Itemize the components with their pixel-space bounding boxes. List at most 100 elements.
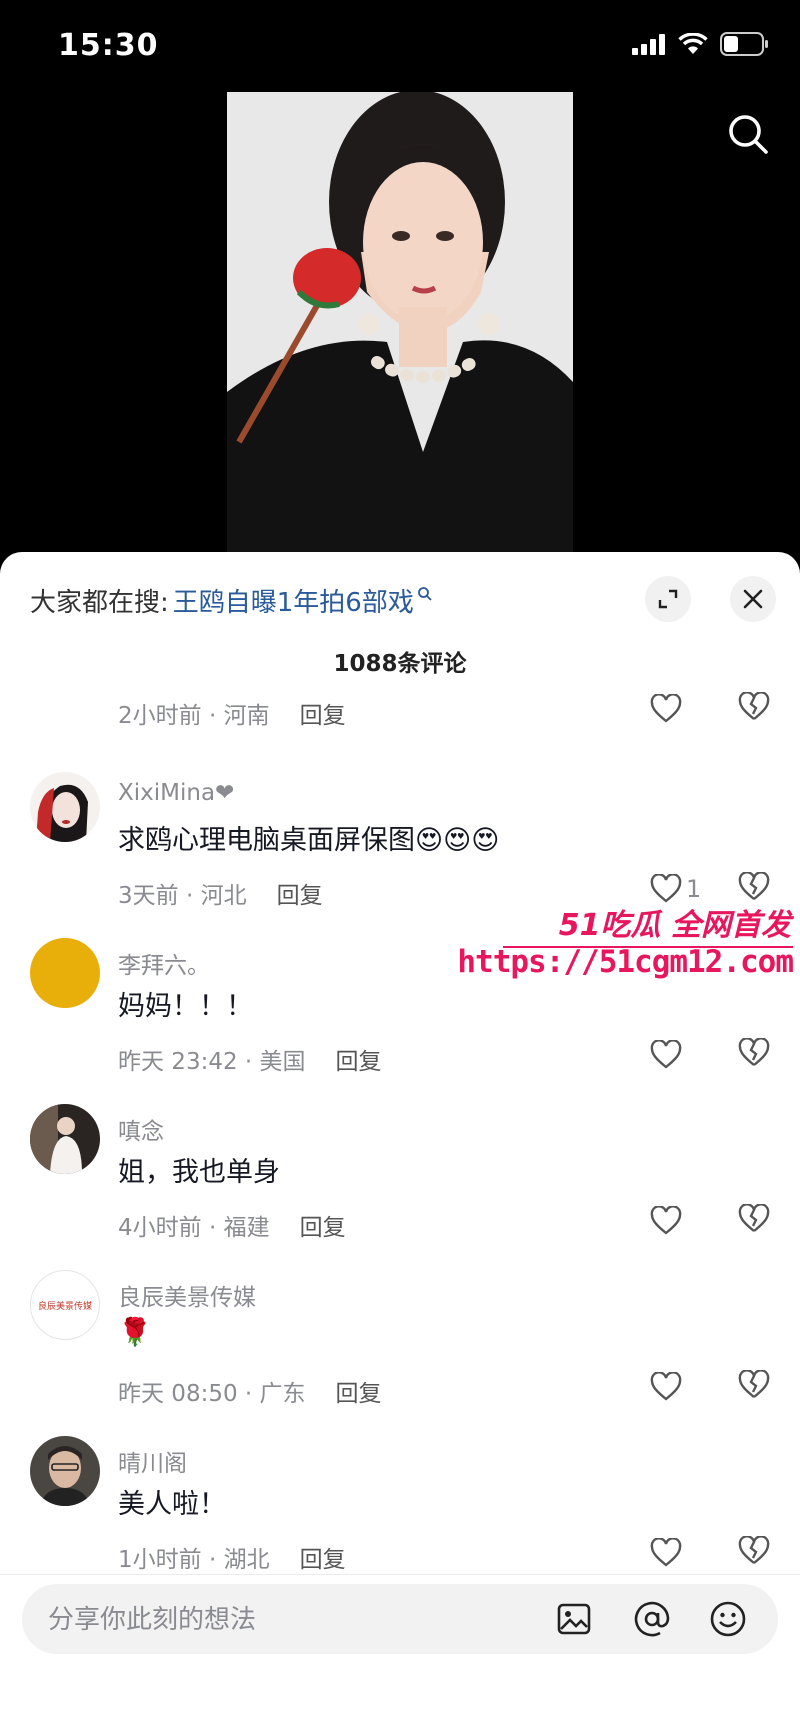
like-button[interactable] (650, 1040, 710, 1070)
broken-heart-icon (738, 1203, 770, 1232)
comment-item: 晴川阁 美人啦！ 1小时前 · 湖北 回复 (0, 1436, 800, 1574)
video-player[interactable] (0, 92, 800, 552)
search-button[interactable] (726, 112, 770, 160)
reply-button[interactable]: 回复 (336, 1049, 382, 1075)
watermark: 51吃瓜 全网首发 https://51cgm12.com (457, 900, 799, 1000)
comment-text: 美人啦！ (118, 1489, 226, 1520)
avatar-image (30, 1436, 100, 1506)
heart-icon (650, 1040, 682, 1069)
comment-actions (650, 1037, 770, 1072)
trending-keyword-link[interactable]: 王鸥自曝1年拍6部戏 (173, 582, 414, 619)
partial-comment: 2小时前 · 河南 回复 (0, 691, 800, 736)
comment-username[interactable]: XixiMina❤ (118, 780, 234, 806)
comment-sheet: 大家都在搜: 王鸥自曝1年拍6部戏 1088条评论 2小时前 · 河南 回复 X… (0, 552, 800, 1731)
broken-heart-icon (738, 1037, 770, 1066)
divider (0, 1574, 800, 1575)
comment-actions (650, 1369, 770, 1404)
search-icon (729, 115, 768, 154)
comment-actions (650, 691, 770, 726)
avatar-logo-text: 良辰美景传媒 (37, 1301, 92, 1312)
reply-button[interactable]: 回复 (300, 1547, 346, 1573)
comment-text: 求鸥心理电脑桌面屏保图😍😍😍 (118, 825, 500, 856)
reply-button[interactable]: 回复 (300, 1215, 346, 1241)
comment-username[interactable]: 嗔念 (118, 1112, 164, 1146)
image-button[interactable] (554, 1599, 594, 1639)
trending-prefix: 大家都在搜: (30, 588, 169, 618)
emoji-icon (710, 1601, 746, 1637)
comments-count: 1088条评论 (333, 651, 467, 677)
expand-icon (658, 589, 678, 609)
mention-button[interactable] (632, 1599, 672, 1639)
comment-username[interactable]: 晴川阁 (118, 1444, 187, 1478)
comment-actions (650, 1203, 770, 1238)
comment-time-location: 昨天 23:42 · 美国 (118, 1049, 306, 1075)
comment-meta: 昨天 08:50 · 广东 回复 (118, 1374, 382, 1408)
wifi-icon (678, 33, 708, 54)
at-icon (634, 1601, 670, 1637)
comment-time-location: 1小时前 · 湖北 (118, 1547, 270, 1573)
comment-text: 妈妈！！！ (118, 991, 253, 1022)
watermark-url: https://51cgm12.com (457, 944, 794, 980)
image-icon (557, 1603, 591, 1635)
comment-meta: 昨天 23:42 · 美国 回复 (118, 1042, 382, 1076)
avatar[interactable] (30, 938, 100, 1008)
reply-button[interactable]: 回复 (300, 703, 346, 729)
comment-time-location: 昨天 08:50 · 广东 (118, 1381, 306, 1407)
expand-button[interactable] (645, 576, 691, 622)
comment-username[interactable]: 良辰美景传媒 (118, 1278, 256, 1312)
comment-text: 姐，我也单身 (118, 1157, 280, 1188)
small-search-icon (417, 586, 432, 601)
trending-search[interactable]: 大家都在搜: 王鸥自曝1年拍6部戏 (30, 582, 433, 619)
comment-meta: 4小时前 · 福建 回复 (118, 1208, 346, 1242)
comment-item: 嗔念 姐，我也单身 4小时前 · 福建 回复 (0, 1104, 800, 1270)
broken-heart-icon (738, 691, 770, 720)
avatar[interactable] (30, 1104, 100, 1174)
heart-icon (650, 1372, 682, 1401)
status-time: 15:30 (58, 28, 159, 63)
broken-heart-icon (738, 1369, 770, 1398)
close-button[interactable] (730, 576, 776, 622)
comment-time-location: 3天前 · 河北 (118, 883, 247, 909)
comment-time-location: 4小时前 · 福建 (118, 1215, 270, 1241)
video-thumbnail-image (227, 92, 573, 552)
heart-icon (650, 1538, 682, 1567)
heart-icon (650, 694, 682, 723)
reply-button[interactable]: 回复 (277, 883, 323, 909)
broken-heart-icon (738, 871, 770, 900)
battery-icon (720, 32, 768, 56)
avatar-image (30, 1104, 100, 1174)
dislike-button[interactable] (738, 1037, 770, 1072)
dislike-button[interactable] (738, 1203, 770, 1238)
comment-time-location: 2小时前 · 河南 (118, 703, 270, 729)
comment-meta: 2小时前 · 河南 回复 (118, 696, 346, 730)
avatar[interactable]: 良辰美景传媒 (30, 1270, 100, 1340)
video-frame[interactable] (227, 92, 573, 552)
dislike-button[interactable] (738, 691, 770, 726)
comment-input[interactable] (46, 1584, 530, 1656)
comment-actions (650, 1535, 770, 1570)
signal-icon (632, 34, 665, 55)
comment-item: 良辰美景传媒 良辰美景传媒 🌹 昨天 08:50 · 广东 回复 (0, 1270, 800, 1436)
heart-icon (650, 1206, 682, 1235)
avatar-image (30, 772, 100, 842)
broken-heart-icon (738, 1535, 770, 1564)
emoji-button[interactable] (708, 1599, 748, 1639)
dislike-button[interactable] (738, 1369, 770, 1404)
dislike-button[interactable] (738, 1535, 770, 1570)
comment-input-bar (22, 1584, 778, 1656)
watermark-title: 51吃瓜 全网首发 (558, 908, 791, 943)
avatar[interactable] (30, 1436, 100, 1506)
like-button[interactable] (650, 1372, 710, 1402)
like-button[interactable] (650, 1538, 710, 1568)
comment-username[interactable]: 李拜六。 (118, 946, 210, 980)
close-icon (743, 589, 763, 609)
avatar[interactable] (30, 772, 100, 842)
like-button[interactable] (650, 694, 710, 724)
comment-meta: 3天前 · 河北 回复 (118, 876, 323, 910)
status-icons (632, 32, 770, 56)
like-count: 1 (686, 875, 702, 903)
like-button[interactable] (650, 1206, 710, 1236)
comment-text: 🌹 (118, 1317, 152, 1348)
reply-button[interactable]: 回复 (336, 1381, 382, 1407)
comment-meta: 1小时前 · 湖北 回复 (118, 1540, 346, 1574)
